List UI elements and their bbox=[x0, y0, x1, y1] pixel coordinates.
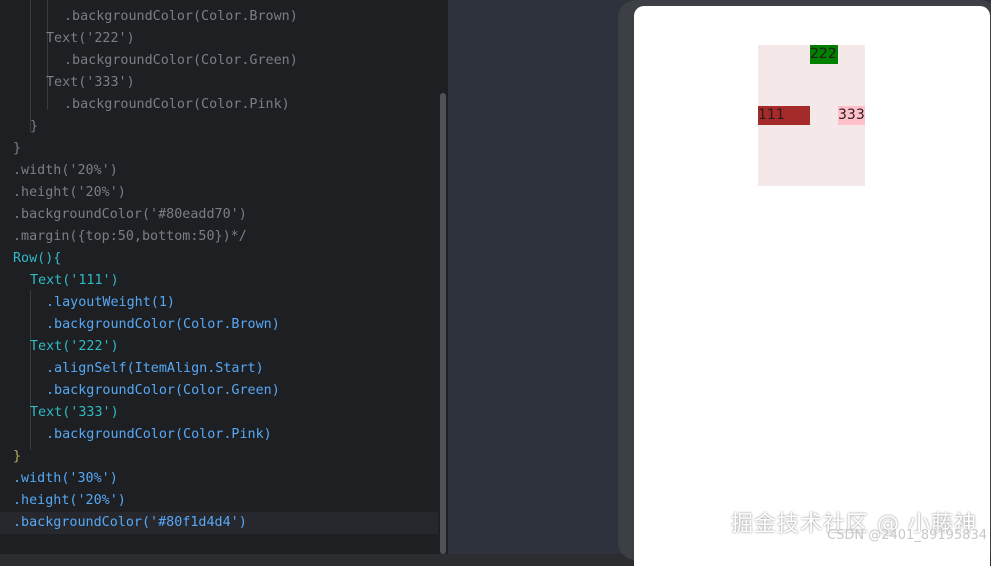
code-line-5: .backgroundColor(Color.Pink) bbox=[64, 97, 290, 112]
code-line-18: .backgroundColor(Color.Green) bbox=[46, 383, 280, 398]
code-editor[interactable]: .backgroundColor(Color.Brown) Text('222'… bbox=[0, 0, 448, 554]
watermark-sub: CSDN @2401_89195834 bbox=[827, 528, 987, 543]
code-line-4: Text('333') bbox=[46, 75, 135, 90]
code-line-12: Row(){ bbox=[13, 251, 62, 266]
code-line-14: .layoutWeight(1) bbox=[46, 295, 175, 310]
code-line-8: .width('20%') bbox=[13, 163, 118, 178]
code-line-6: } bbox=[30, 119, 39, 134]
indent-guide bbox=[30, 0, 31, 132]
code-line-13: Text('111') bbox=[30, 273, 119, 288]
indent-guide bbox=[30, 290, 31, 450]
code-line-1: .backgroundColor(Color.Brown) bbox=[64, 9, 298, 24]
code-line-21: } bbox=[13, 449, 22, 464]
code-line-23: .height('20%') bbox=[13, 493, 126, 508]
code-line-20: .backgroundColor(Color.Pink) bbox=[46, 427, 272, 442]
code-line-24: .backgroundColor('#80f1d4d4') bbox=[13, 515, 247, 530]
code-line-19: Text('333') bbox=[30, 405, 119, 420]
code-line-2: Text('222') bbox=[46, 31, 135, 46]
preview-row: 111 222 333 bbox=[758, 45, 865, 186]
code-line-9: .height('20%') bbox=[13, 185, 126, 200]
preview-text-333: 333 bbox=[838, 106, 865, 125]
code-line-16: Text('222') bbox=[30, 339, 119, 354]
code-line-3: .backgroundColor(Color.Green) bbox=[64, 53, 298, 68]
code-line-17: .alignSelf(ItemAlign.Start) bbox=[46, 361, 264, 376]
preview-text-222: 222 bbox=[810, 45, 838, 64]
code-line-10: .backgroundColor('#80eadd70') bbox=[13, 207, 247, 222]
code-line-22: .width('30%') bbox=[13, 471, 118, 486]
code-line-15: .backgroundColor(Color.Brown) bbox=[46, 317, 280, 332]
editor-scrollbar-thumb[interactable] bbox=[440, 93, 446, 554]
code-line-11: .margin({top:50,bottom:50})*/ bbox=[13, 229, 247, 244]
preview-text-111: 111 bbox=[758, 106, 810, 125]
code-line-7: } bbox=[13, 141, 22, 156]
